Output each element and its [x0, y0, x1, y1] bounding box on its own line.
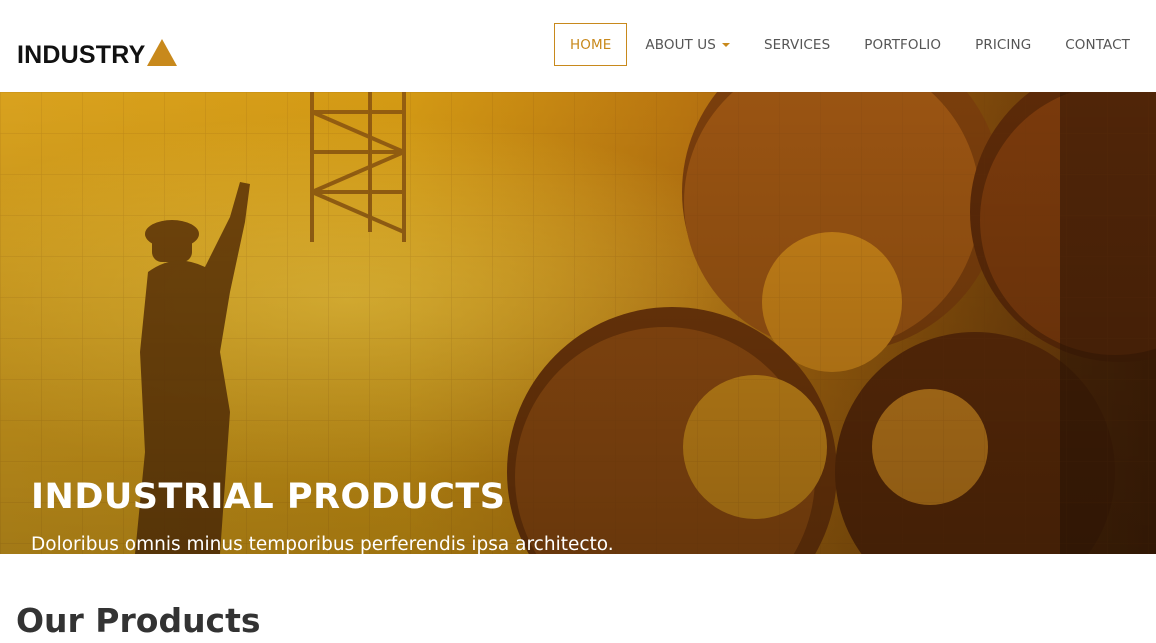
hero-title: INDUSTRIAL PRODUCTS [31, 477, 506, 517]
nav-about-us[interactable]: ABOUT US [628, 23, 747, 66]
nav-contact-label: CONTACT [1065, 36, 1130, 53]
nav-pricing[interactable]: PRICING [958, 23, 1048, 66]
nav-home-label: HOME [570, 36, 612, 53]
logo-text: INDUSTRY [17, 41, 146, 69]
nav-contact[interactable]: CONTACT [1048, 23, 1147, 66]
nav-portfolio[interactable]: PORTFOLIO [847, 23, 958, 66]
chevron-down-icon [721, 43, 730, 47]
hero-subtitle: Doloribus omnis minus temporibus perfere… [31, 534, 614, 554]
nav-services[interactable]: SERVICES [747, 23, 847, 66]
logo[interactable]: INDUSTRY [17, 34, 178, 69]
site-header: INDUSTRY HOME ABOUT US SERVICES PORTFOLI… [0, 0, 1156, 92]
triangle-icon [147, 39, 178, 66]
nav-about-us-label: ABOUT US [645, 36, 716, 53]
nav-home[interactable]: HOME [554, 23, 628, 66]
main-nav: HOME ABOUT US SERVICES PORTFOLIO PRICING… [554, 23, 1147, 66]
nav-portfolio-label: PORTFOLIO [864, 36, 942, 53]
hero-banner: INDUSTRIAL PRODUCTS Doloribus omnis minu… [0, 92, 1156, 554]
nav-pricing-label: PRICING [975, 36, 1032, 53]
section-heading-products: Our Products [16, 601, 261, 640]
nav-services-label: SERVICES [763, 36, 831, 53]
